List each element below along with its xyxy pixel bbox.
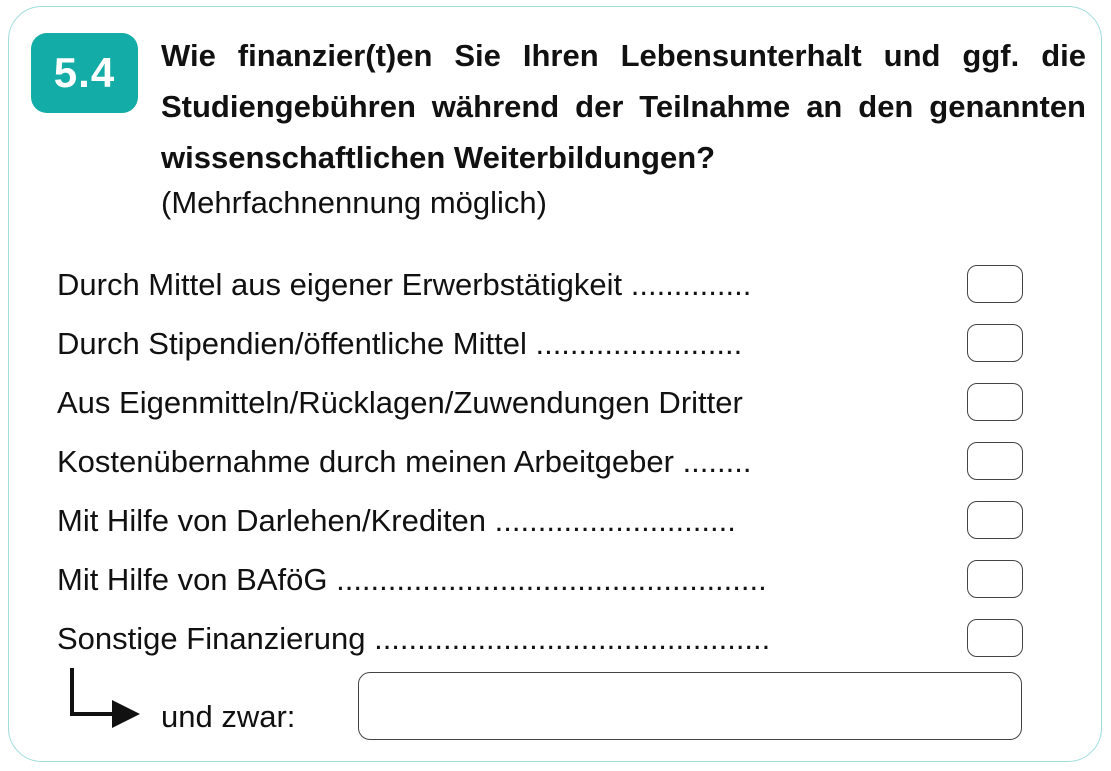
checkbox-sonstige[interactable] [967, 619, 1023, 657]
checkbox-stipendien[interactable] [967, 324, 1023, 362]
other-specify-label: und zwar: [161, 699, 296, 734]
question-note: (Mehrfachnennung möglich) [161, 185, 547, 220]
checkbox-arbeitgeber[interactable] [967, 442, 1023, 480]
arrow-right-icon [70, 668, 140, 728]
checkbox-eigenmittel[interactable] [967, 383, 1023, 421]
other-specify-input[interactable] [358, 672, 1022, 740]
option-label-stipendien: Durch Stipendien/öffentliche Mittel ....… [57, 326, 743, 361]
checkbox-erwerbstaetigkeit[interactable] [967, 265, 1023, 303]
option-label-sonstige: Sonstige Finanzierung ..................… [57, 621, 771, 656]
question-text: Wie finanzier(t)en Sie Ihren Lebensunter… [161, 38, 1086, 175]
option-label-erwerbstaetigkeit: Durch Mittel aus eigener Erwerbstätigkei… [57, 267, 752, 302]
checkbox-bafoeg[interactable] [967, 560, 1023, 598]
option-label-eigenmittel: Aus Eigenmitteln/Rücklagen/Zuwendungen D… [57, 385, 743, 420]
question-number-badge: 5.4 [31, 33, 138, 113]
option-label-darlehen: Mit Hilfe von Darlehen/Krediten ........… [57, 503, 736, 538]
checkbox-darlehen[interactable] [967, 501, 1023, 539]
option-label-bafoeg: Mit Hilfe von BAföG ....................… [57, 562, 767, 597]
option-label-arbeitgeber: Kostenübernahme durch meinen Arbeitgeber… [57, 444, 752, 479]
